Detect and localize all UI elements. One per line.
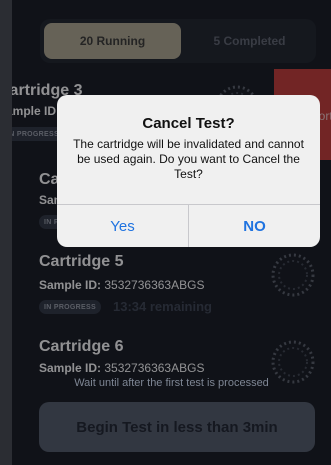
- cancel-test-dialog: Cancel Test? The cartridge will be inval…: [57, 95, 320, 247]
- card-sample-id: Sample ID: 3532736363ABGS: [39, 361, 204, 375]
- dialog-title: Cancel Test?: [142, 115, 235, 132]
- card-title: Cartridge 5: [39, 253, 124, 270]
- status-segmented-control: 20 Running 5 Completed: [40, 19, 316, 63]
- sample-id-label: Sample ID:: [39, 278, 102, 292]
- cartridge-card-5[interactable]: Cartridge 5 Sample ID: 3532736363ABGS IN…: [12, 250, 331, 346]
- dialog-yes-button[interactable]: Yes: [57, 205, 189, 247]
- progress-ring-icon: [271, 253, 315, 297]
- sample-id-label: Sample ID:: [39, 361, 102, 375]
- status-badge: IN PROGRESS: [39, 300, 101, 314]
- sample-id-value: 3532736363ABGS: [104, 361, 205, 375]
- card-sample-id: Sample ID: 3532736363ABGS: [39, 278, 204, 292]
- begin-test-button[interactable]: Begin Test in less than 3min: [39, 402, 315, 452]
- dialog-actions: Yes NO: [57, 204, 320, 247]
- dialog-message: The cartridge will be invalidated and ca…: [73, 137, 304, 181]
- sample-id-label: Sample ID:: [12, 104, 61, 118]
- tab-completed[interactable]: 5 Completed: [181, 23, 318, 59]
- time-remaining: 13:34 remaining: [113, 299, 212, 314]
- wait-hint: Wait until after the first test is proce…: [74, 377, 269, 389]
- sample-id-value: 3532736363ABGS: [104, 278, 205, 292]
- card-title: Cartridge 6: [39, 338, 124, 355]
- tab-running[interactable]: 20 Running: [44, 23, 181, 59]
- app-screen: 20 Running 5 Completed Cartridge 3 Sampl…: [12, 0, 331, 465]
- dialog-no-button[interactable]: NO: [189, 205, 320, 247]
